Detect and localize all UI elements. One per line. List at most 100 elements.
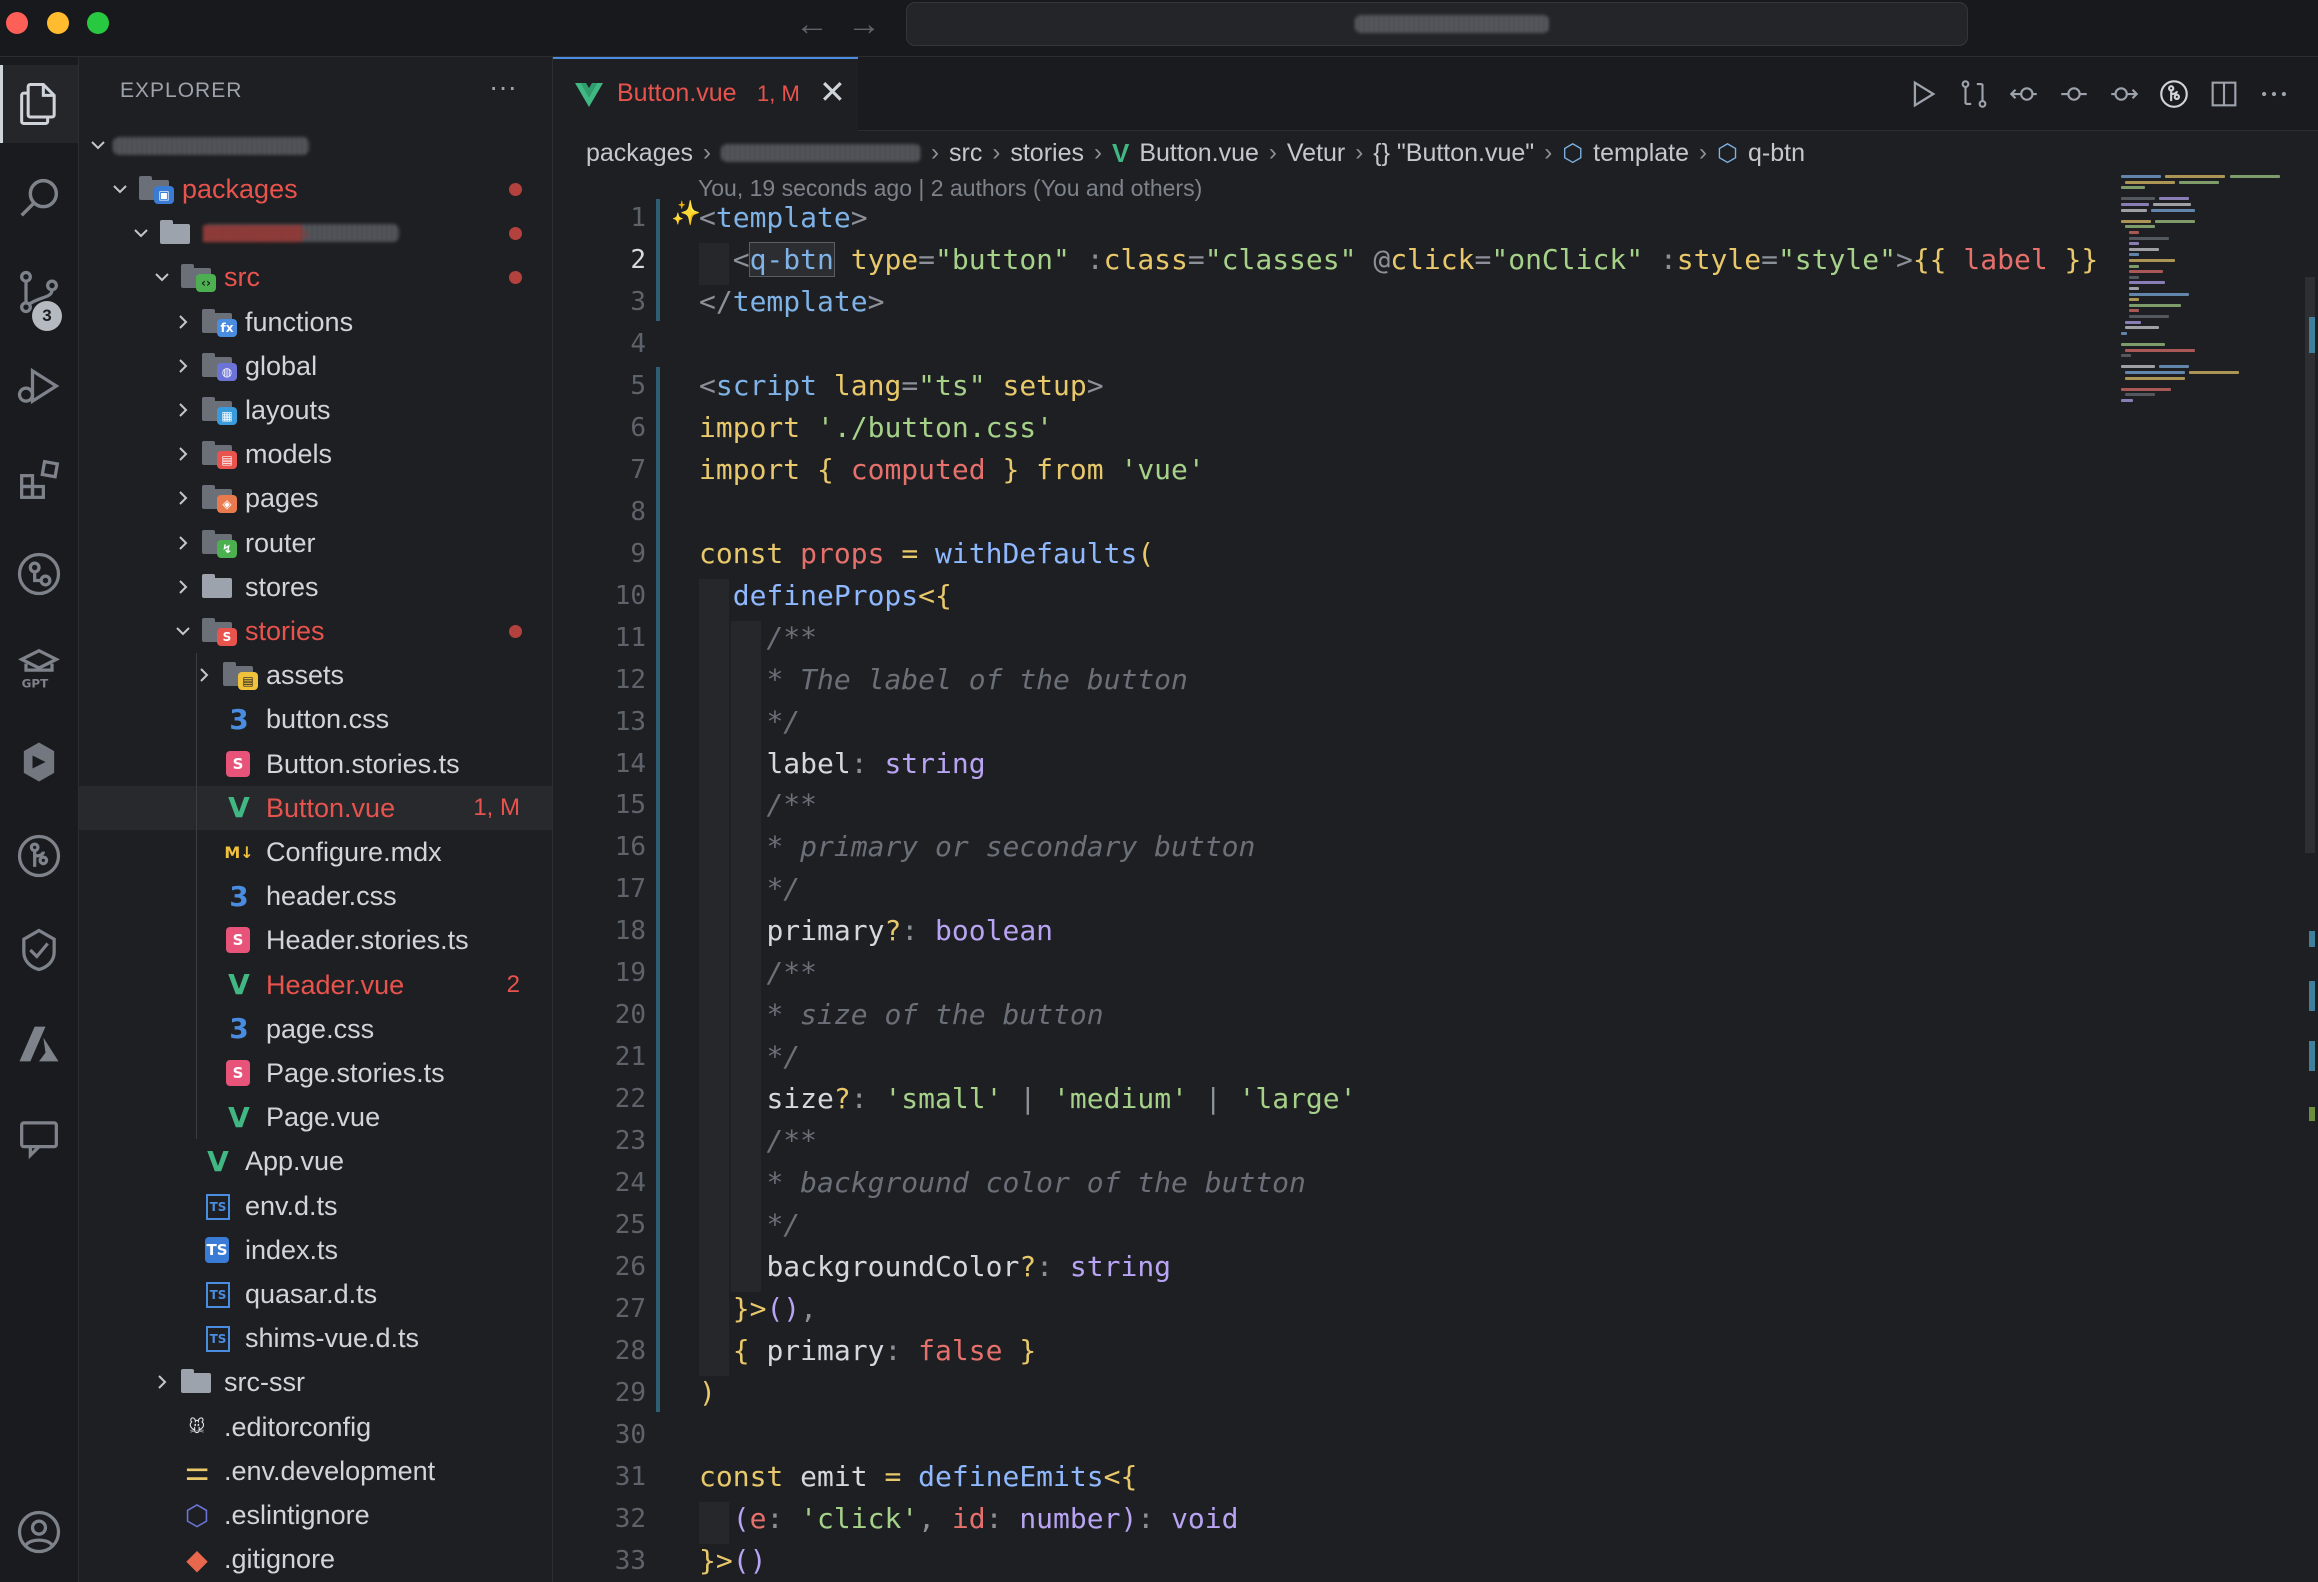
code-line[interactable]: 21 */ — [553, 1036, 2113, 1078]
explorer-more-button[interactable]: ··· — [489, 71, 517, 103]
code-line[interactable]: 31 const emit = defineEmits<{ — [553, 1456, 2113, 1498]
tree-item-editorconfig[interactable]: 🐭 .editorconfig — [79, 1405, 552, 1449]
code-line[interactable]: 10 defineProps<{ — [553, 575, 2113, 617]
tab-button-vue[interactable]: Button.vue 1, M ✕ — [553, 57, 858, 133]
tree-item-configure-mdx[interactable]: M↓ Configure.mdx — [79, 830, 552, 874]
breadcrumb-item[interactable]: src — [949, 139, 982, 168]
code-line[interactable]: 4 — [553, 323, 2113, 365]
explorer-icon[interactable] — [0, 65, 78, 143]
extensions-icon[interactable] — [0, 441, 78, 519]
breadcrumb-item[interactable]: Button.vue — [1139, 139, 1259, 168]
tree-item-env-d-ts[interactable]: TS env.d.ts — [79, 1184, 552, 1228]
code-line[interactable]: 32 (e: 'click', id: number): void — [553, 1498, 2113, 1540]
code-line[interactable]: 22 size?: 'small' | 'medium' | 'large' — [553, 1078, 2113, 1120]
code-line[interactable]: 25 */ — [553, 1204, 2113, 1246]
code-line[interactable]: 26 backgroundColor?: string — [553, 1246, 2113, 1288]
accounts-icon[interactable] — [0, 1493, 78, 1571]
code-line[interactable]: 14 label: string — [553, 743, 2113, 785]
minimap[interactable] — [2115, 171, 2305, 431]
breadcrumb-item[interactable]: stories — [1010, 139, 1084, 168]
tree-item-assets[interactable]: ▤ assets — [79, 653, 552, 697]
tree-item-eslintignore[interactable]: ⬡ .eslintignore — [79, 1493, 552, 1537]
git-graph-icon[interactable] — [0, 535, 78, 613]
code-line[interactable]: 30 — [553, 1414, 2113, 1456]
code-line[interactable]: 15 /** — [553, 784, 2113, 826]
run-debug-icon[interactable] — [0, 347, 78, 425]
tree-item-router[interactable]: ↯ router — [79, 521, 552, 565]
tree-item-page-css[interactable]: 3 page.css — [79, 1007, 552, 1051]
comments-icon[interactable] — [0, 1099, 78, 1177]
tree-item-quasar-d-ts[interactable]: TS quasar.d.ts — [79, 1272, 552, 1316]
tab-close-icon[interactable]: ✕ — [819, 73, 846, 111]
code-line[interactable]: 18 primary?: boolean — [553, 910, 2113, 952]
back-arrow-icon[interactable]: ← — [795, 4, 829, 44]
sparkle-icon[interactable]: ✨ — [671, 199, 701, 227]
gitlens-inspect-icon[interactable] — [2153, 73, 2195, 115]
zoom-window-button[interactable] — [87, 12, 109, 34]
code-line[interactable]: 2 <q-btn type="button" :class="classes" … — [553, 239, 2113, 281]
minimize-window-button[interactable] — [47, 12, 69, 34]
tree-item-pages[interactable]: ◈ pages — [79, 476, 552, 520]
tree-item-header-vue[interactable]: V Header.vue 2 — [79, 963, 552, 1007]
split-editor-icon[interactable] — [2203, 73, 2245, 115]
code-line[interactable]: 20 * size of the button — [553, 994, 2113, 1036]
code-line[interactable]: 9 const props = withDefaults( — [553, 533, 2113, 575]
code-line[interactable]: 23 /** — [553, 1120, 2113, 1162]
code-line[interactable]: 6 import './button.css' — [553, 407, 2113, 449]
tree-item-gitignore[interactable]: ◆ .gitignore — [79, 1537, 552, 1581]
next-change-icon[interactable] — [2103, 73, 2145, 115]
command-center[interactable]: ████████████ — [906, 2, 1968, 46]
azure-icon[interactable] — [0, 1005, 78, 1083]
code-line[interactable]: 12 * The label of the button — [553, 659, 2113, 701]
tree-item-layouts[interactable]: ▦ layouts — [79, 388, 552, 432]
code-line[interactable]: 28 { primary: false } — [553, 1330, 2113, 1372]
source-control-icon[interactable]: 3 — [0, 253, 78, 331]
previous-change-icon[interactable] — [2003, 73, 2045, 115]
vertical-scrollbar[interactable] — [2305, 171, 2318, 1582]
remote-icon[interactable] — [0, 723, 78, 801]
tree-item-button-vue[interactable]: V Button.vue 1, M — [79, 785, 552, 830]
tree-item-src-ssr[interactable]: src-ssr — [79, 1360, 552, 1404]
tree-item-src[interactable]: ‹› src — [79, 255, 552, 299]
testing-icon[interactable] — [0, 911, 78, 989]
compare-changes-icon[interactable] — [1953, 73, 1995, 115]
code-line[interactable]: 8 — [553, 491, 2113, 533]
gitlens-icon[interactable] — [0, 817, 78, 895]
tree-item-page-stories-ts[interactable]: S Page.stories.ts — [79, 1051, 552, 1095]
code-line[interactable]: 16 * primary or secondary button — [553, 826, 2113, 868]
tree-item-app-vue[interactable]: V App.vue — [79, 1139, 552, 1183]
tree-item-shims-vue-d-ts[interactable]: TS shims-vue.d.ts — [79, 1316, 552, 1360]
search-icon[interactable] — [0, 159, 78, 237]
gpt-icon[interactable]: GPT — [0, 629, 78, 707]
breadcrumb-item[interactable]: Vetur — [1287, 139, 1345, 168]
code-line[interactable]: 5 <script lang="ts" setup> — [553, 365, 2113, 407]
breadcrumb-item[interactable]: q-btn — [1748, 139, 1805, 168]
breadcrumb-item[interactable]: f██████████s — [721, 144, 922, 162]
code-line[interactable]: 33}>() — [553, 1540, 2113, 1582]
workspace-root[interactable]: ███████████ — [79, 123, 552, 167]
tree-item-button-stories-ts[interactable]: S Button.stories.ts — [79, 742, 552, 786]
tree-item-packages[interactable]: ▣ packages — [79, 167, 552, 211]
breadcrumb-item[interactable]: template — [1593, 139, 1689, 168]
code-line[interactable]: 3 </template> — [553, 281, 2113, 323]
tree-item-s[interactable]: ██████████s — [79, 211, 552, 255]
tree-item-header-css[interactable]: 3 header.css — [79, 874, 552, 918]
code-line[interactable]: 7 import { computed } from 'vue' — [553, 449, 2113, 491]
scrollbar-thumb[interactable] — [2305, 277, 2315, 853]
more-actions-icon[interactable] — [2253, 73, 2295, 115]
tree-item-stories[interactable]: Sstories — [79, 609, 552, 653]
code-line[interactable]: 13 */ — [553, 701, 2113, 743]
tree-item-functions[interactable]: fx functions — [79, 300, 552, 344]
breadcrumb-item[interactable]: packages — [586, 139, 693, 168]
code-line[interactable]: 1 <template> — [553, 197, 2113, 239]
tree-item-global[interactable]: ◍ global — [79, 344, 552, 388]
code-line[interactable]: 27 }>(), — [553, 1288, 2113, 1330]
code-line[interactable]: 24 * background color of the button — [553, 1162, 2113, 1204]
tree-item-page-vue[interactable]: V Page.vue — [79, 1095, 552, 1139]
code-line[interactable]: 29) — [553, 1372, 2113, 1414]
code-line[interactable]: 17 */ — [553, 868, 2113, 910]
tree-item-stores[interactable]: stores — [79, 565, 552, 609]
run-icon[interactable] — [1901, 73, 1943, 115]
breadcrumb-item[interactable]: {} "Button.vue" — [1373, 139, 1534, 168]
tree-item-index-ts[interactable]: TS index.ts — [79, 1228, 552, 1272]
